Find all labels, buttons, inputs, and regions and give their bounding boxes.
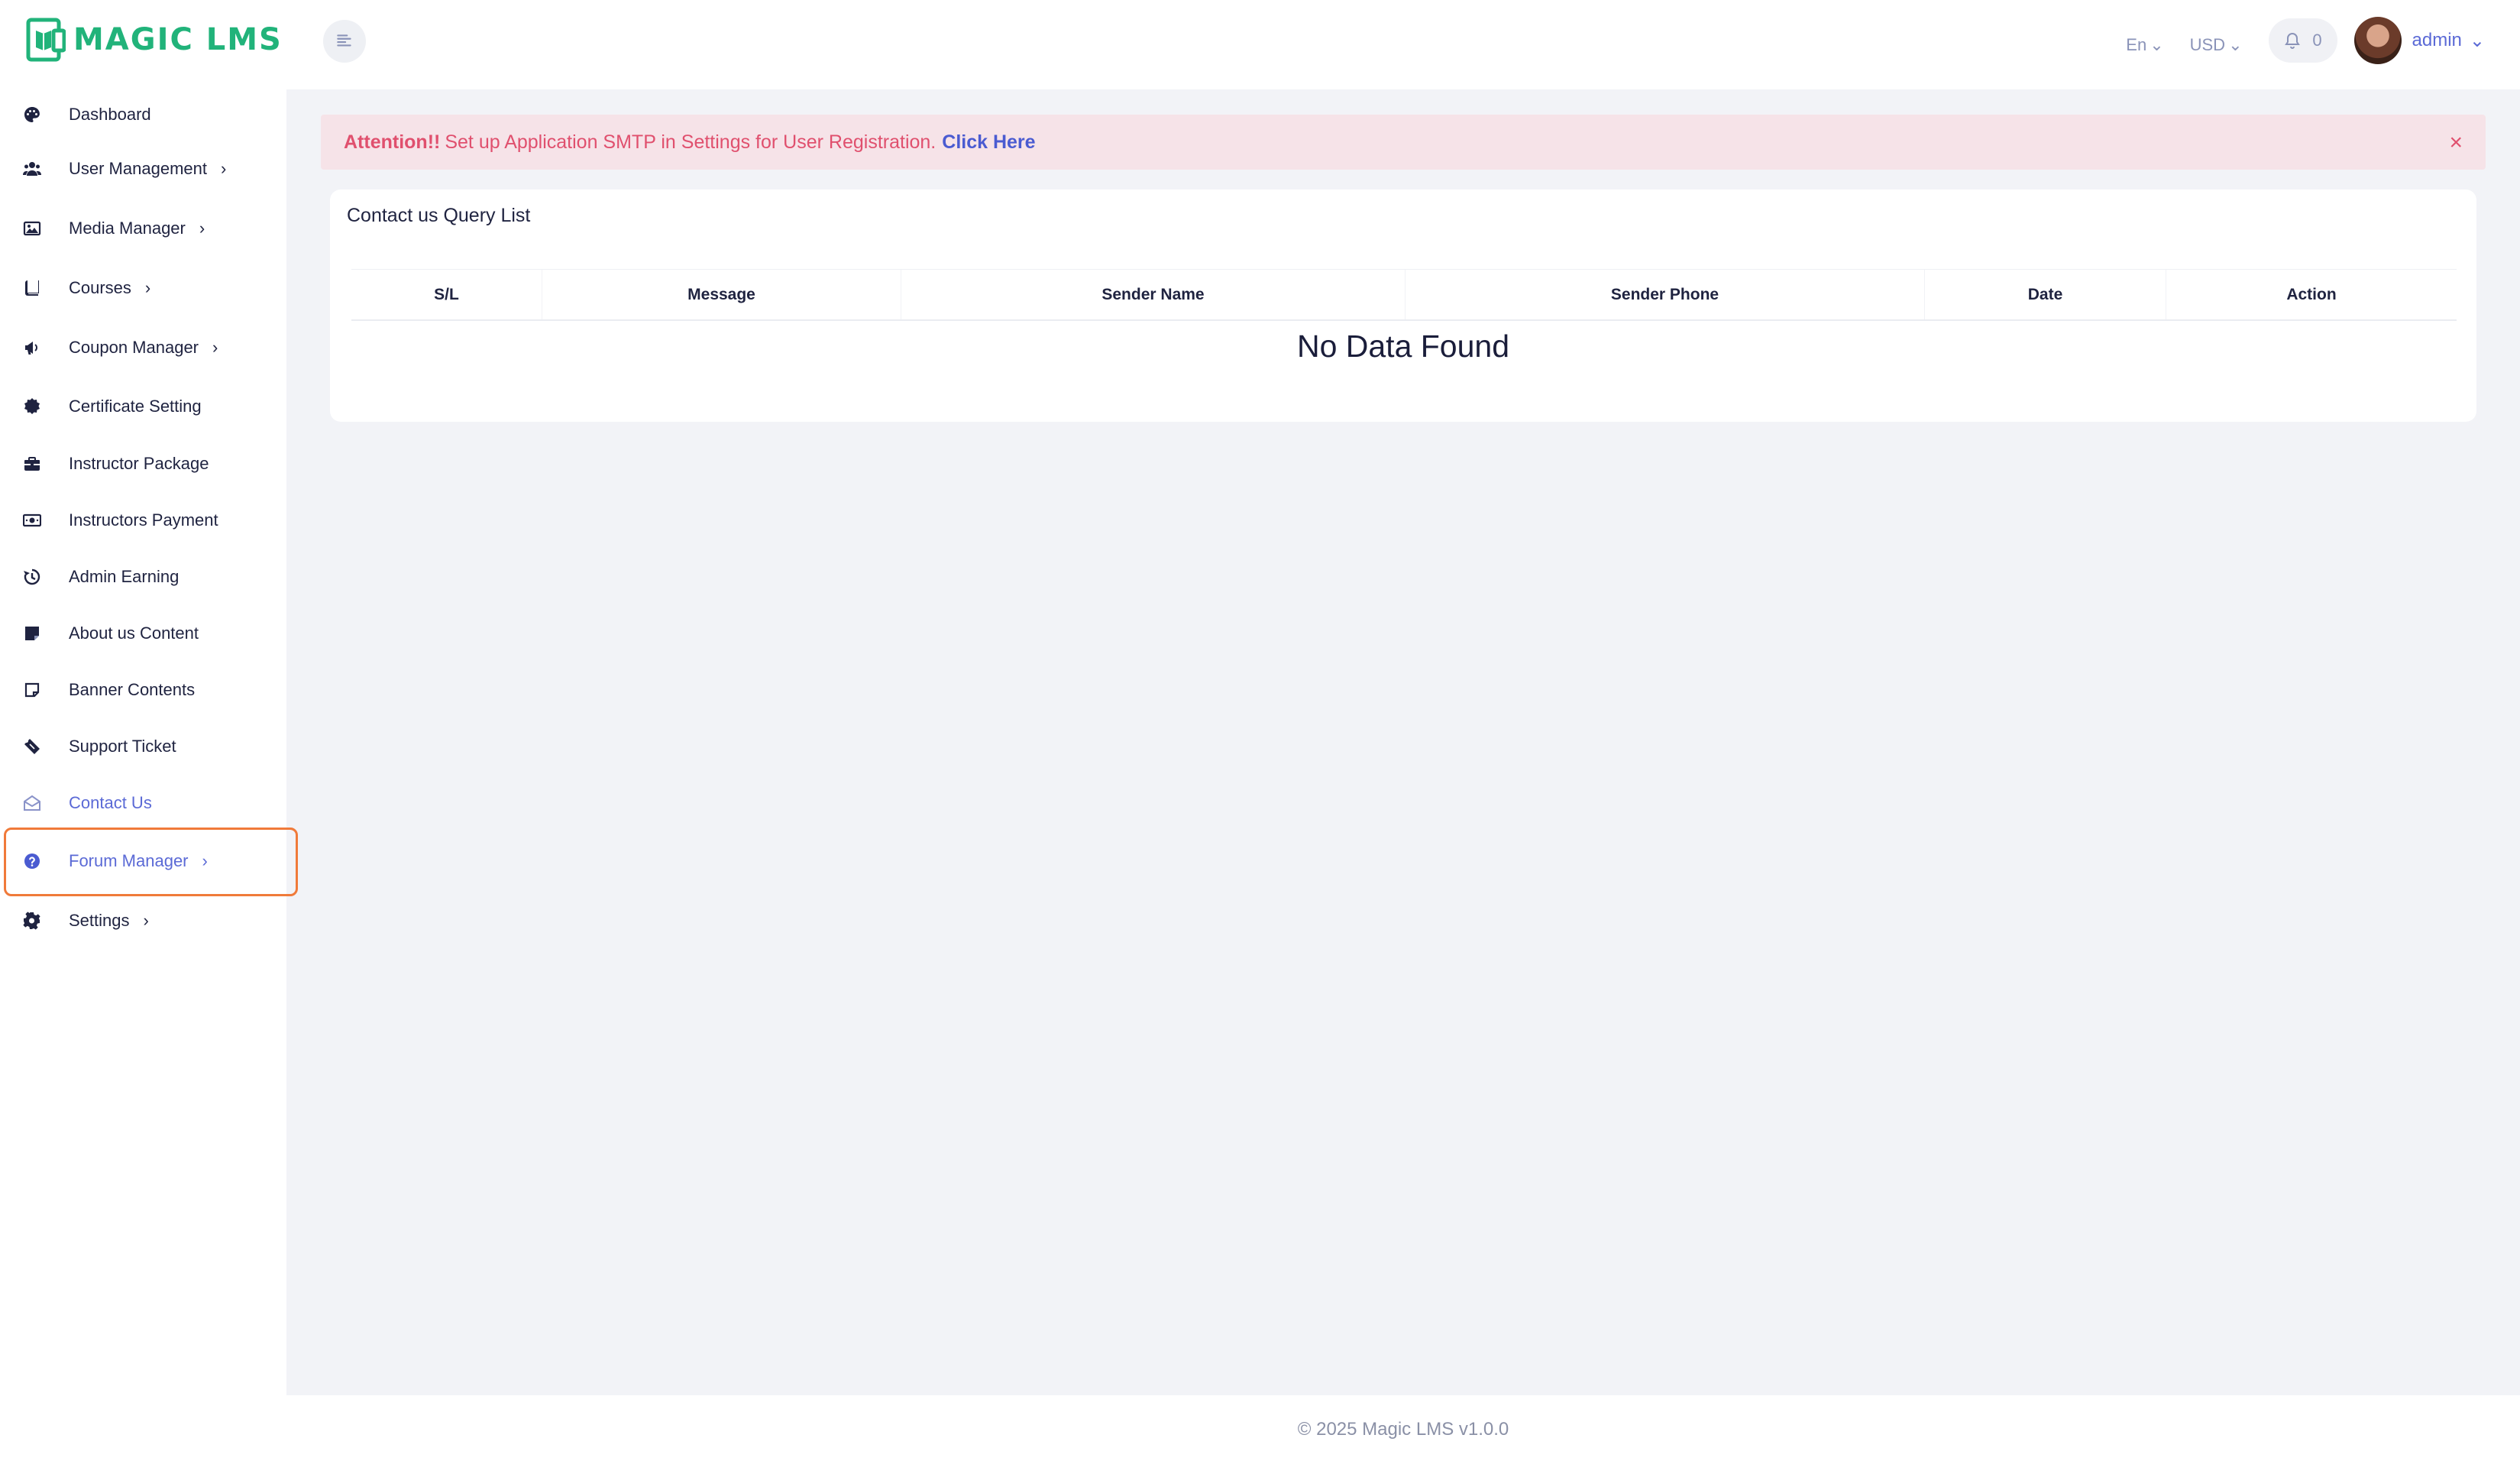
sidebar-item-admin-earning[interactable]: Admin Earning [0,549,286,605]
sidebar-item-label: Settings [69,911,130,930]
money-bill-icon [21,510,43,531]
sidebar-item-user-management[interactable]: User Management › [0,139,286,199]
chevron-down-icon: ⌄ [2150,35,2164,54]
briefcase-icon [21,453,43,475]
sidebar-item-label: Coupon Manager [69,338,199,357]
alert-prefix: Attention!! [344,131,441,153]
contact-query-card: Contact us Query List S/L Message Sender… [330,189,2476,422]
gear-icon [21,910,43,931]
sticky-note-icon [21,623,43,644]
sidebar-item-coupon-manager[interactable]: Coupon Manager › [0,318,286,377]
sidebar-item-label: Admin Earning [69,567,180,586]
smtp-alert: Attention!! Set up Application SMTP in S… [321,115,2486,170]
user-name: admin [2412,30,2462,50]
avatar[interactable] [2353,17,2402,64]
chevron-right-icon: › [220,159,227,178]
sidebar-item-instructors-payment[interactable]: Instructors Payment [0,492,286,549]
ticket-icon [21,736,43,757]
table-header: S/L Message Sender Name Sender Phone Dat… [351,269,2457,321]
chevron-down-icon: ⌄ [2228,35,2243,54]
palette-icon [21,104,43,125]
megaphone-icon [21,337,43,358]
sidebar-item-support-ticket[interactable]: Support Ticket [0,718,286,775]
sidebar-item-instructor-package[interactable]: Instructor Package [0,436,286,492]
column-header[interactable]: Action [2166,270,2457,319]
column-header[interactable]: Date [1925,270,2166,319]
close-icon[interactable]: × [2449,130,2463,156]
chevron-right-icon: › [199,219,205,238]
sidebar-item-label: Instructor Package [69,454,209,473]
language-value: En [2126,35,2147,54]
header-actions: En ⌄ USD ⌄ 0 admin ⌄ [2126,17,2485,64]
users-icon [21,158,43,180]
sidebar-item-label: Contact Us [69,793,152,812]
sidebar-item-about-us-content[interactable]: About us Content [0,605,286,662]
chevron-right-icon: › [143,911,149,930]
image-icon [21,218,43,239]
bell-icon [2285,32,2301,49]
column-header[interactable]: Sender Phone [1406,270,1925,319]
sidebar-item-label: Media Manager [69,219,186,238]
alert-link[interactable]: Click Here [942,131,1035,154]
note-icon [21,679,43,701]
align-left-icon [337,34,351,47]
question-circle-icon [21,850,43,872]
sidebar-item-label: Dashboard [69,105,151,124]
sidebar-item-label: User Management [69,159,207,178]
logo-book-icon [26,18,66,62]
notification-count: 0 [2312,31,2322,50]
certificate-icon [21,396,43,417]
sidebar-item-label: About us Content [69,623,199,643]
sidebar-item-label: Banner Contents [69,680,196,699]
notification-button[interactable]: 0 [2268,18,2337,63]
sidebar-item-settings[interactable]: Settings › [0,891,286,951]
column-header[interactable]: Message [542,270,901,319]
sidebar-nav: Dashboard User Management › Media Manage… [0,90,286,951]
chevron-right-icon: › [202,851,208,870]
sidebar-item-label: Courses [69,278,131,297]
sidebar-toggle-button[interactable] [323,20,366,63]
sidebar-item-certificate-setting[interactable]: Certificate Setting [0,377,286,436]
currency-value: USD [2189,35,2226,54]
footer-text: © 2025 Magic LMS v1.0.0 [1297,1419,1509,1440]
sidebar-item-contact-us[interactable]: Contact Us [0,775,286,831]
sidebar-item-courses[interactable]: Courses › [0,258,286,318]
empty-state: No Data Found [1296,329,1510,364]
sidebar-item-dashboard[interactable]: Dashboard [0,90,286,139]
brand-name: MAGIC LMS [73,22,283,57]
sidebar-item-label: Support Ticket [69,737,176,756]
sidebar-item-media-manager[interactable]: Media Manager › [0,199,286,258]
history-icon [21,566,43,588]
sidebar-item-forum-manager[interactable]: Forum Manager › [0,831,286,891]
sidebar-item-label: Certificate Setting [69,397,202,416]
footer: © 2025 Magic LMS v1.0.0 [286,1395,2520,1464]
envelope-open-icon [21,792,43,814]
chevron-down-icon: ⌄ [2469,30,2485,51]
column-header[interactable]: S/L [351,270,542,319]
currency-dropdown[interactable]: USD ⌄ [2190,35,2243,55]
column-header[interactable]: Sender Name [901,270,1406,319]
sidebar-item-label: Forum Manager [69,851,189,870]
book-icon [21,277,43,299]
chevron-right-icon: › [212,338,218,357]
sidebar-item-banner-contents[interactable]: Banner Contents [0,662,286,718]
top-header: En ⌄ USD ⌄ 0 admin ⌄ [286,0,2520,89]
sidebar: MAGIC LMS Dashboard User Management › Me… [0,0,286,1464]
card-title: Contact us Query List [347,205,531,226]
brand-logo[interactable]: MAGIC LMS [26,17,283,63]
chevron-right-icon: › [144,278,151,297]
sidebar-item-label: Instructors Payment [69,510,218,530]
alert-message: Set up Application SMTP in Settings for … [445,131,937,153]
language-dropdown[interactable]: En ⌄ [2126,35,2163,55]
user-menu[interactable]: admin ⌄ [2412,30,2485,52]
